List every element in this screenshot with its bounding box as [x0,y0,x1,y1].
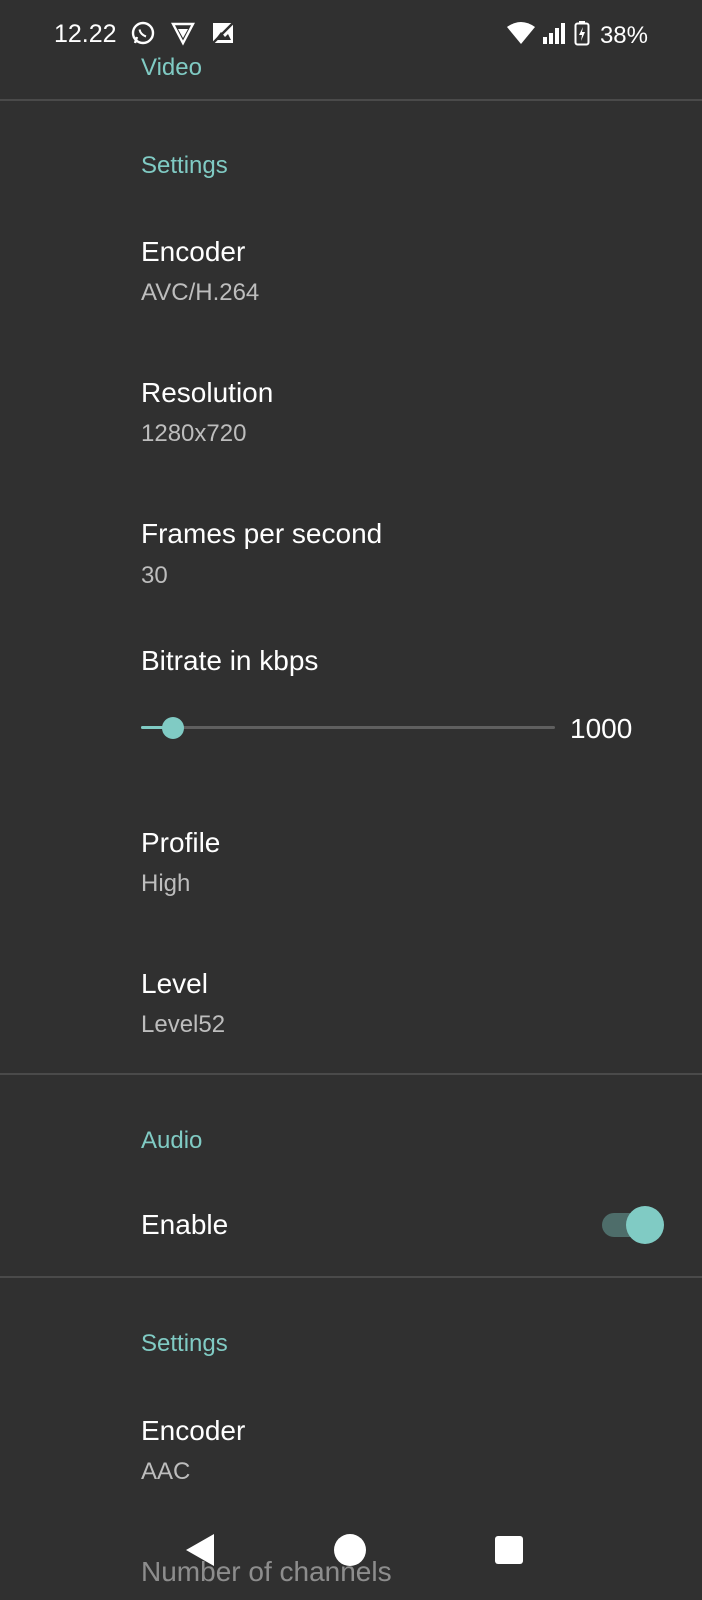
home-icon [333,1533,367,1572]
notification-icons [130,20,236,51]
audio-enable-switch[interactable] [602,1206,666,1244]
system-icons: 38% [506,20,648,51]
navigation-bar [0,1520,702,1600]
slider-thumb[interactable] [161,717,184,739]
profile-title: Profile [141,827,221,858]
audio-encoder-value: AAC [141,1458,191,1485]
divider [0,1073,702,1075]
vpn-shield-icon [170,20,196,51]
audio-settings-category: Settings [141,1330,228,1357]
signal-icon [542,21,568,50]
fps-title: Frames per second [141,518,383,549]
settings-screen: 12.22 38% Video Settings Encoder AVC/H.2… [0,0,702,1600]
status-bar: 12.22 38% [0,0,702,64]
back-icon [184,1533,216,1572]
resolution-title: Resolution [141,377,274,408]
profile-value: High [141,870,191,897]
resolution-value: 1280x720 [141,420,247,447]
bitrate-title: Bitrate in kbps [141,645,319,676]
video-encoder-title: Encoder [141,236,246,267]
battery-percentage: 38% [599,21,648,49]
video-section-title: Video [141,54,202,81]
image-blocked-icon [210,20,236,51]
audio-enable-title: Enable [141,1209,229,1240]
wifi-icon [506,21,536,50]
battery-charging-icon [574,20,590,51]
audio-encoder-title: Encoder [141,1415,246,1446]
recents-button[interactable] [487,1530,531,1574]
level-value: Level52 [141,1011,226,1038]
divider [0,99,702,101]
video-encoder-value: AVC/H.264 [141,279,260,306]
divider [0,1276,702,1278]
status-time: 12.22 [54,20,117,48]
home-button[interactable] [328,1530,372,1574]
video-settings-category: Settings [141,152,228,179]
bitrate-value: 1000 [570,713,633,744]
switch-thumb [626,1206,664,1244]
fps-value: 30 [141,562,168,589]
slider-track [141,726,555,729]
recents-icon [494,1535,524,1570]
audio-section-title: Audio [141,1127,203,1154]
whatsapp-icon [130,20,156,51]
back-button[interactable] [178,1530,222,1574]
bitrate-slider[interactable] [141,716,555,740]
level-title: Level [141,968,208,999]
